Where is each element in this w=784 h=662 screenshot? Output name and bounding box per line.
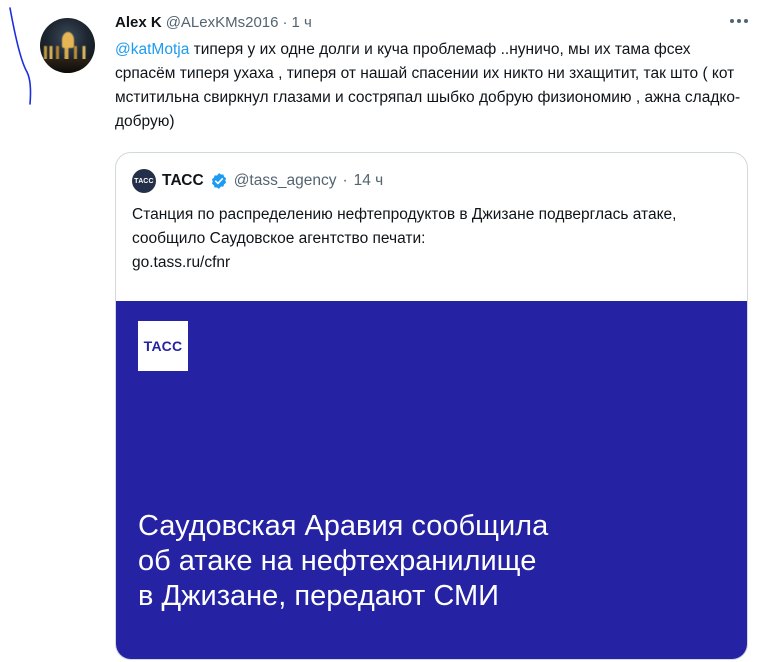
media-headline-line: в Джизане, передают СМИ bbox=[138, 580, 499, 612]
pen-mark-decoration bbox=[9, 7, 32, 105]
tweet-header: Alex K @ALexKMs2016 · 1 ч bbox=[115, 12, 312, 32]
tweet-text: @katMotja типеря у их одне долги и куча … bbox=[115, 38, 755, 134]
tweet-timestamp[interactable]: 1 ч bbox=[291, 14, 311, 31]
header-separator: · bbox=[282, 13, 288, 31]
author-handle[interactable]: @ALexKMs2016 bbox=[166, 14, 279, 31]
avatar-lights bbox=[44, 46, 91, 60]
quote-timestamp[interactable]: 14 ч bbox=[354, 172, 384, 190]
more-dots-icon bbox=[744, 19, 748, 23]
media-headline: Саудовская Аравия сообщила об атаке на н… bbox=[138, 509, 698, 614]
media-headline-line: Саудовская Аравия сообщила bbox=[138, 510, 549, 542]
tweet-body: типеря у их одне долги и куча проблемаф … bbox=[115, 41, 741, 130]
quote-separator: · bbox=[342, 172, 348, 189]
quote-link[interactable]: go.tass.ru/cfnr bbox=[132, 254, 230, 271]
mention-link[interactable]: @katMotja bbox=[115, 41, 189, 58]
quote-avatar-text: ТАСС bbox=[134, 177, 154, 185]
author-name[interactable]: Alex K bbox=[115, 14, 162, 31]
quote-body: Станция по распределению нефтепродуктов … bbox=[132, 206, 677, 247]
more-dots-icon bbox=[737, 19, 741, 23]
media-headline-line: об атаке на нефтехранилище bbox=[138, 545, 537, 577]
quote-text: Станция по распределению нефтепродуктов … bbox=[132, 203, 732, 275]
verified-badge-icon bbox=[211, 173, 226, 189]
quote-author-handle[interactable]: @tass_agency bbox=[234, 172, 337, 190]
tass-logo: ТАСС bbox=[138, 321, 188, 371]
tass-logo-text: ТАСС bbox=[143, 338, 183, 354]
quote-author-name[interactable]: ТАСС bbox=[162, 172, 204, 190]
quote-avatar[interactable]: ТАСС bbox=[132, 169, 156, 193]
avatar-water bbox=[40, 59, 95, 73]
quote-header: ТАСС ТАСС @tass_agency · 14 ч bbox=[132, 169, 383, 193]
quote-media-image[interactable]: ТАСС Саудовская Аравия сообщила об атаке… bbox=[116, 301, 747, 659]
more-options-button[interactable] bbox=[724, 10, 754, 32]
author-avatar[interactable] bbox=[40, 18, 95, 73]
quoted-tweet-card[interactable]: ТАСС ТАСС @tass_agency · 14 ч Станция по… bbox=[115, 152, 748, 660]
more-dots-icon bbox=[730, 19, 734, 23]
